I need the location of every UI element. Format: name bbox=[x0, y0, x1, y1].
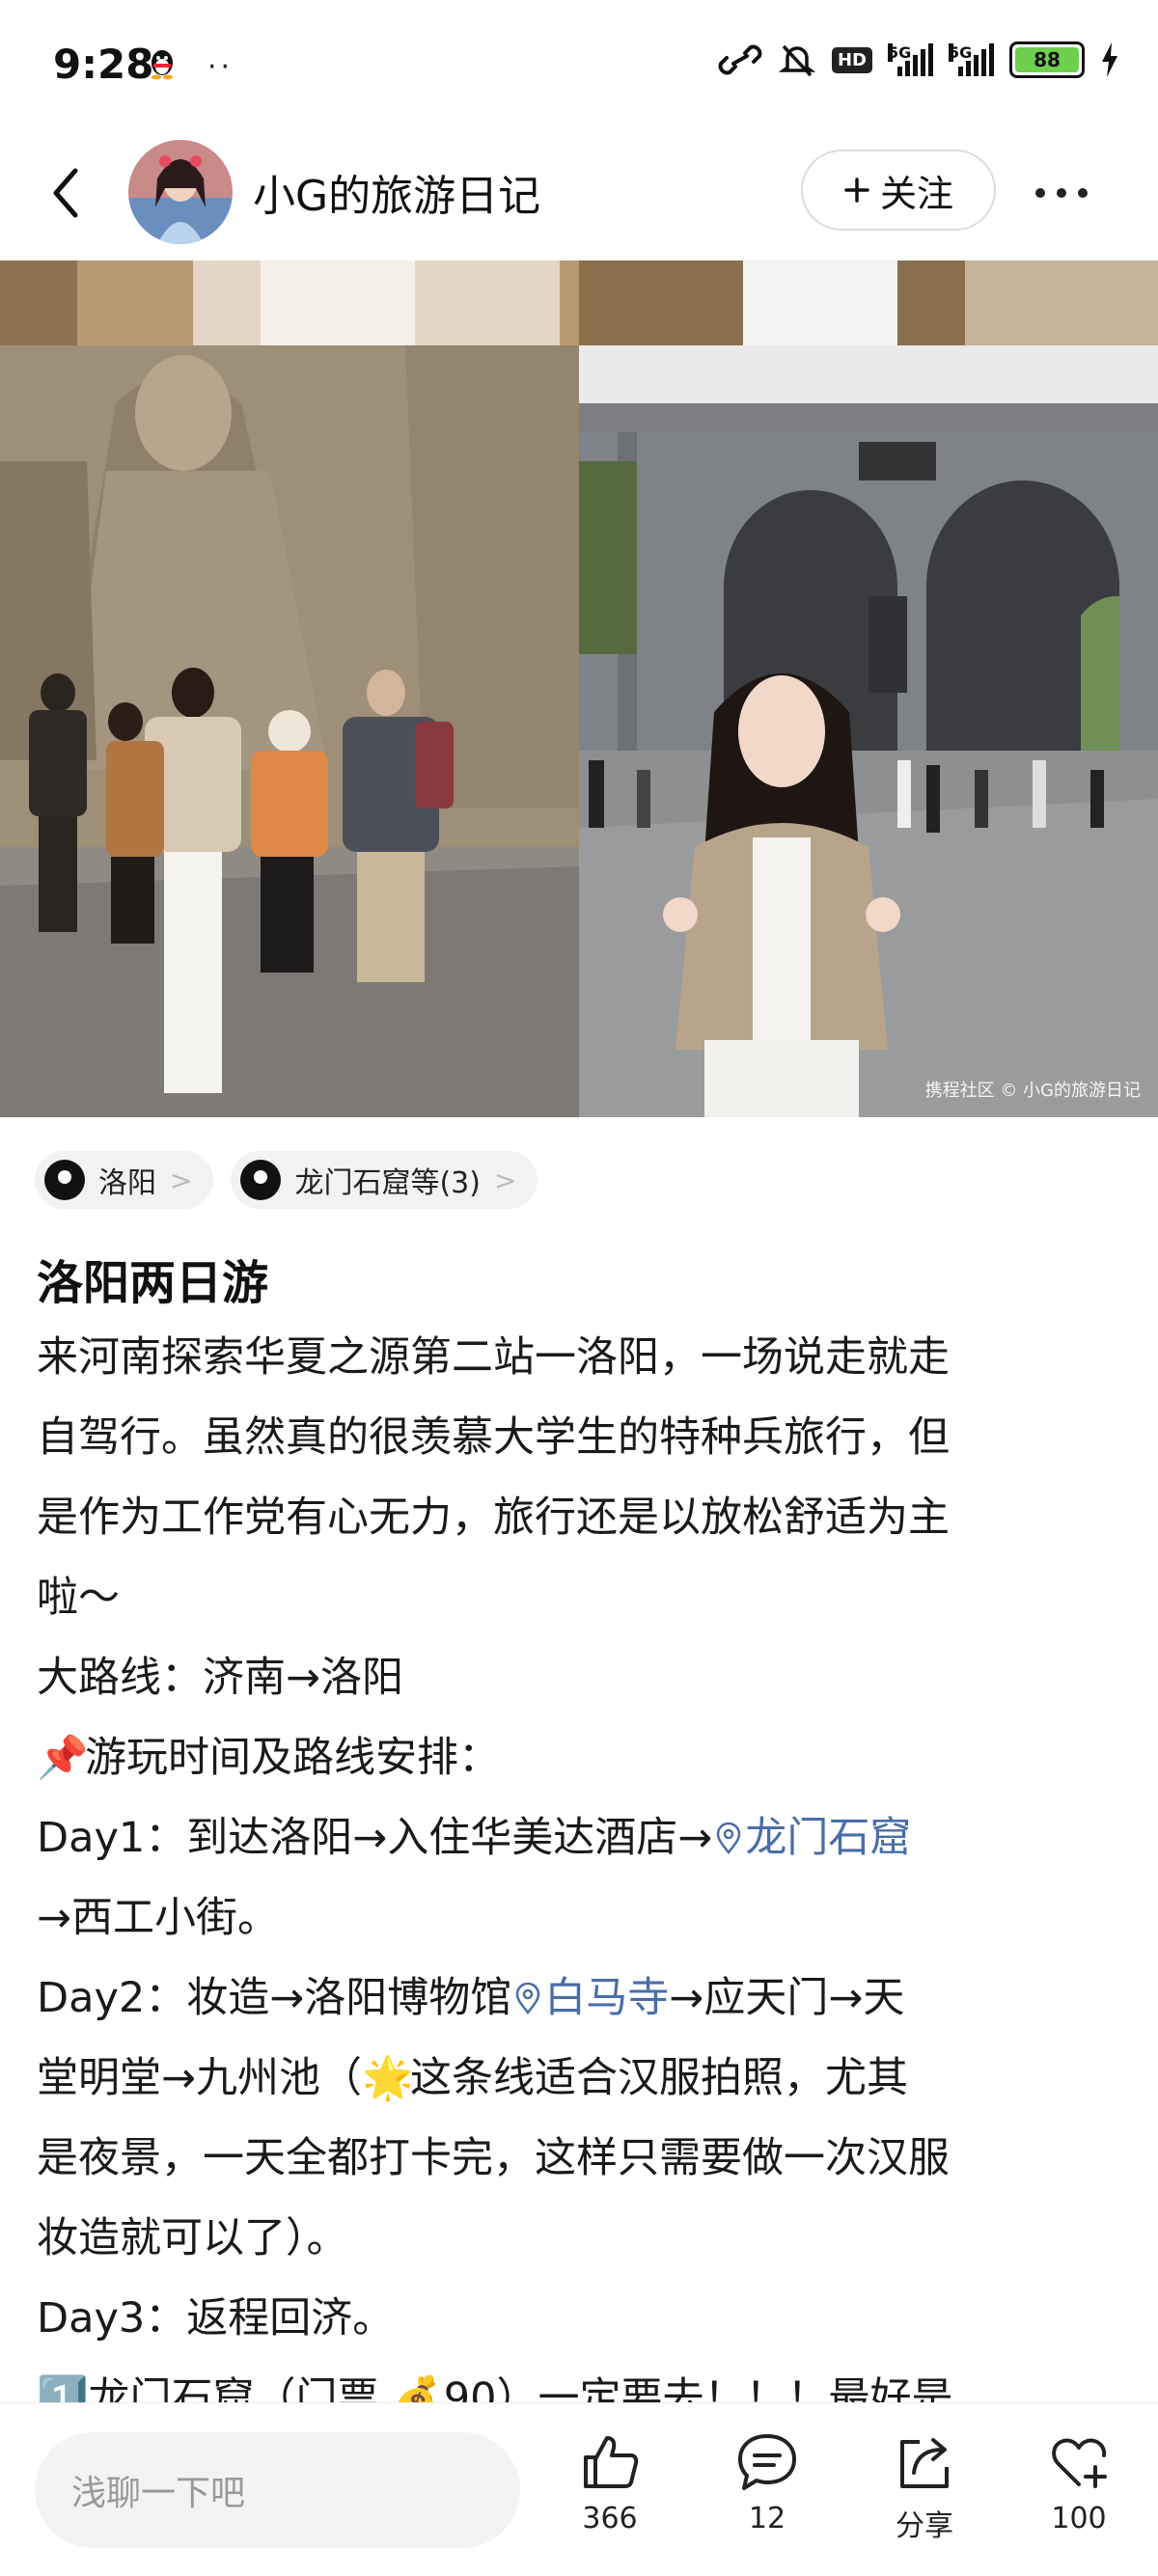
location-tag-luoyang[interactable]: 洛阳 > bbox=[35, 1151, 214, 1209]
body-line: 来河南探索华夏之源第二站一洛阳，一场说走就走 bbox=[37, 1333, 950, 1382]
tag-label: 龙门石窟等(3) bbox=[294, 1166, 481, 1200]
dot bbox=[1057, 188, 1066, 198]
photo-longmen-grottoes[interactable] bbox=[0, 345, 579, 1117]
thumbs-up-icon bbox=[584, 2436, 639, 2488]
dot bbox=[1078, 188, 1088, 198]
battery-level: 88 bbox=[1015, 47, 1079, 72]
body-text: Day2：妆造→洛阳博物馆 bbox=[37, 1974, 512, 2022]
status-indicators: HD 5G 5G 88 bbox=[718, 41, 1119, 79]
body-line: 📌游玩时间及路线安排： bbox=[37, 1718, 1127, 1798]
heart-add-icon bbox=[1052, 2438, 1107, 2488]
body-line: Day2：妆造→洛阳博物馆 白马寺→应天门→天 bbox=[37, 1959, 1127, 2039]
qq-penguin-icon bbox=[152, 50, 173, 80]
body-text: Day1：到达洛阳→入住华美达酒店→ bbox=[37, 1814, 713, 1862]
link-icon bbox=[718, 44, 762, 75]
author-header: 小G的旅游日记 关注 bbox=[0, 130, 1158, 260]
battery-icon: 88 bbox=[1009, 41, 1085, 78]
bottom-action-bar: 浅聊一下吧 366 12 分享 100 bbox=[0, 2402, 1158, 2576]
comment-count: 12 bbox=[748, 2502, 786, 2535]
body-line: 是夜景，一天全都打卡完，这样只需要做一次汉服 bbox=[37, 2134, 950, 2182]
body-line: 啦～ bbox=[37, 1574, 120, 1622]
body-text: 堂明堂→九州池（ bbox=[37, 2054, 363, 2102]
pushpin-icon: 📌 bbox=[37, 1734, 89, 1782]
like-count: 366 bbox=[582, 2502, 638, 2535]
body-text: 游玩时间及路线安排： bbox=[85, 1734, 500, 1782]
location-tags: 洛阳 > 龙门石窟等(3) > bbox=[35, 1151, 538, 1209]
photo-yingtian-gate[interactable] bbox=[579, 345, 1158, 1117]
body-line: 堂明堂→九州池（🌟这条线适合汉服拍照，尤其 bbox=[37, 2039, 1127, 2119]
location-pin-icon bbox=[240, 1160, 282, 1200]
body-text: →应天门→天 bbox=[669, 1974, 905, 2022]
more-notifications-icon: ·· bbox=[207, 50, 234, 84]
body-line: 大路线：济南→洛阳 bbox=[37, 1654, 404, 1702]
back-arrow-icon[interactable] bbox=[39, 159, 96, 227]
network-type-label: 5G bbox=[888, 43, 912, 62]
body-line: →西工小街。 bbox=[37, 1894, 280, 1942]
tag-label: 洛阳 bbox=[98, 1166, 156, 1200]
poi-link-baima[interactable]: 白马寺 bbox=[511, 1974, 669, 2022]
mute-bell-icon bbox=[778, 44, 816, 77]
location-tag-longmen[interactable]: 龙门石窟等(3) > bbox=[231, 1151, 538, 1209]
like-button[interactable]: 366 bbox=[557, 2430, 663, 2535]
photo-strip-top[interactable] bbox=[0, 260, 1158, 345]
poi-link-label: 龙门石窟 bbox=[745, 1814, 912, 1862]
more-options-button[interactable] bbox=[1023, 164, 1100, 222]
location-pin-outline-icon bbox=[717, 1822, 741, 1855]
share-label: 分享 bbox=[896, 2509, 953, 2543]
body-line: 是作为工作党有心无力，旅行还是以放松舒适为主 bbox=[37, 1494, 950, 1542]
comment-input[interactable]: 浅聊一下吧 bbox=[35, 2432, 520, 2548]
follow-button[interactable]: 关注 bbox=[801, 150, 996, 231]
body-line: 自驾行。虽然真的很羡慕大学生的特种兵旅行，但 bbox=[37, 1413, 950, 1462]
plus-icon bbox=[844, 178, 869, 203]
share-icon bbox=[900, 2438, 949, 2488]
author-name[interactable]: 小G的旅游日记 bbox=[253, 161, 540, 223]
photo-watermark: 携程社区 © 小G的旅游日记 bbox=[924, 1081, 1141, 1101]
article-title: 洛阳两日游 bbox=[37, 1256, 269, 1310]
body-line: Day1：到达洛阳→入住华美达酒店→ 龙门石窟 bbox=[37, 1798, 1127, 1878]
hd-voice-badge: HD bbox=[831, 46, 872, 73]
dot bbox=[1035, 188, 1045, 198]
chevron-right-icon: > bbox=[170, 1164, 193, 1196]
poi-link-label: 白马寺 bbox=[544, 1974, 670, 2022]
location-pin-icon bbox=[44, 1160, 85, 1200]
signal-strength-icon: 5G bbox=[949, 43, 994, 76]
article-body: 来河南探索华夏之源第二站一洛阳，一场说走就走 自驾行。虽然真的很羡慕大学生的特种… bbox=[37, 1318, 1127, 2439]
comment-bubble-icon bbox=[738, 2434, 796, 2490]
favorite-count: 100 bbox=[1051, 2502, 1107, 2535]
chevron-right-icon: > bbox=[493, 1164, 517, 1196]
charging-bolt-icon bbox=[1102, 42, 1117, 77]
share-button[interactable]: 分享 bbox=[871, 2430, 978, 2544]
article: 洛阳两日游 来河南探索华夏之源第二站一洛阳，一场说走就走 自驾行。虽然真的很羡慕… bbox=[37, 1245, 1127, 2439]
body-text: 这条线适合汉服拍照，尤其 bbox=[410, 2054, 909, 2102]
body-line: 妆造就可以了）。 bbox=[37, 2214, 348, 2262]
photo-gallery[interactable]: 携程社区 © 小G的旅游日记 bbox=[0, 260, 1158, 1117]
poi-link-longmen[interactable]: 龙门石窟 bbox=[712, 1814, 911, 1862]
body-line: Day3：返程回济。 bbox=[37, 2294, 395, 2343]
location-pin-outline-icon bbox=[516, 1983, 540, 2015]
comment-button[interactable]: 12 bbox=[714, 2430, 820, 2535]
signal-strength-icon: 5G bbox=[888, 43, 933, 76]
author-avatar[interactable] bbox=[128, 140, 233, 244]
status-time: 9:28 bbox=[53, 41, 154, 88]
status-bar: 9:28 ·· HD 5G 5G 88 bbox=[0, 0, 1158, 130]
star-icon: 🌟 bbox=[362, 2054, 414, 2102]
network-type-label: 5G bbox=[949, 43, 973, 62]
favorite-button[interactable]: 100 bbox=[1026, 2430, 1132, 2535]
follow-label: 关注 bbox=[879, 172, 953, 215]
